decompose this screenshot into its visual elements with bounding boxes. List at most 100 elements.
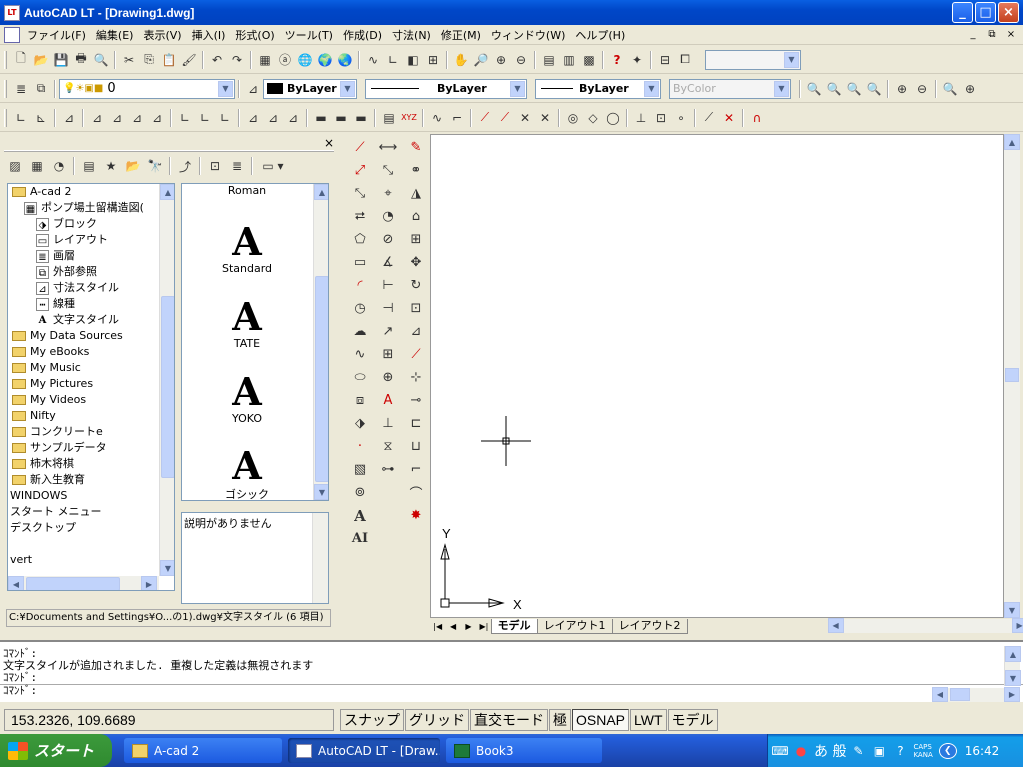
cut-icon[interactable]: ✂ xyxy=(119,50,139,70)
ime-mode[interactable]: あ 般 xyxy=(814,741,846,761)
menu-file[interactable]: ファイル(F) xyxy=(22,27,91,43)
command-vscrollbar[interactable]: ▲ ▼ xyxy=(1004,646,1021,686)
canvas-hscrollbar[interactable]: ◀ ▶ xyxy=(827,618,1023,633)
zoom-extents-icon[interactable]: ⊕ xyxy=(960,79,980,99)
snap-midpoint-icon[interactable]: ⟋ xyxy=(495,108,515,128)
dc-description-icon[interactable]: ≣ xyxy=(226,156,248,176)
tree-item[interactable]: Nifty xyxy=(10,408,160,424)
tab-model[interactable]: モデル xyxy=(490,618,538,634)
drawing-canvas[interactable]: Y X xyxy=(430,134,1004,618)
tree-vscrollbar[interactable]: ▲ ▼ xyxy=(159,184,174,576)
circle-icon[interactable]: ◷ xyxy=(350,297,370,320)
tree-scroll-left-icon[interactable]: ◀ xyxy=(8,576,24,590)
canvas-vscrollbar[interactable]: ▲ ▼ xyxy=(1004,134,1020,618)
snap-center-icon[interactable]: ◎ xyxy=(563,108,583,128)
polyline-icon[interactable]: ⤡ xyxy=(350,182,370,205)
join-icon[interactable]: ⊔ xyxy=(406,435,426,458)
hyperlink-icon[interactable]: ⓐ xyxy=(275,50,295,70)
redo-icon[interactable]: ↷ xyxy=(227,50,247,70)
dim-leader-icon[interactable]: ↗ xyxy=(378,320,398,343)
match-properties-icon[interactable]: 🖌 xyxy=(179,50,199,70)
ucs-zaxis-icon[interactable]: ⊿ xyxy=(283,108,303,128)
menu-insert[interactable]: 挿入(I) xyxy=(187,27,231,43)
dc-folders-icon[interactable]: ▨ xyxy=(4,156,26,176)
keyboard-icon[interactable]: ⌨ xyxy=(771,743,789,759)
menu-format[interactable]: 形式(O) xyxy=(230,27,279,43)
ucs-previous-icon[interactable]: ⊾ xyxy=(31,108,51,128)
hatch-icon[interactable]: ▧ xyxy=(350,458,370,481)
insert-block-icon[interactable]: ⧈ xyxy=(350,389,370,412)
region-icon[interactable]: ⊚ xyxy=(350,481,370,504)
tree-item[interactable]: A-cad 2 xyxy=(10,184,160,200)
break-icon[interactable]: ⊏ xyxy=(406,412,426,435)
style-item-roman[interactable]: Roman xyxy=(182,184,312,197)
dc-views-icon[interactable]: ▭ ▾ xyxy=(256,156,290,176)
redraw-icon[interactable]: ▬ xyxy=(331,108,351,128)
open-icon[interactable]: 📂 xyxy=(31,50,51,70)
zoom-in-icon[interactable]: ⊕ xyxy=(892,79,912,99)
text-edit-icon[interactable]: ▤ xyxy=(379,108,399,128)
ucs-apply-icon[interactable]: ⊿ xyxy=(243,108,263,128)
autocad-app-icon[interactable]: LT xyxy=(4,4,20,21)
menu-window[interactable]: ウィンドウ(W) xyxy=(486,27,570,43)
ucs-origin-icon[interactable]: ⊿ xyxy=(59,108,79,128)
document-icon[interactable] xyxy=(4,26,20,43)
style-item-tate[interactable]: A TATE xyxy=(182,297,312,351)
tree-scroll-right-icon[interactable]: ▶ xyxy=(141,576,157,590)
save-icon[interactable]: 💾 xyxy=(51,50,71,70)
adcenter-icon[interactable]: ▥ xyxy=(559,50,579,70)
dtext-icon[interactable]: AI xyxy=(350,527,370,550)
named-views-icon[interactable]: ◧ xyxy=(403,50,423,70)
etransmit-icon[interactable]: 🌏 xyxy=(335,50,355,70)
ucs-world-icon[interactable]: ∟ xyxy=(11,108,31,128)
copy-object-icon[interactable]: ⚭ xyxy=(406,159,426,182)
erase-icon[interactable]: ✎ xyxy=(406,136,426,159)
rectangle-icon[interactable]: ⬠ xyxy=(350,228,370,251)
ime-dict-icon[interactable]: ▣ xyxy=(870,743,888,759)
menu-view[interactable]: 表示(V) xyxy=(138,27,186,43)
snap-quadrant-icon[interactable]: ◇ xyxy=(583,108,603,128)
snap-tangent-icon[interactable]: ◯ xyxy=(603,108,623,128)
offset-icon[interactable]: ⌂ xyxy=(406,205,426,228)
tree-item[interactable]: スタート メニュー xyxy=(10,504,160,520)
dc-content-area[interactable]: Roman A Standard A TATE A YOKO A ゴシック ▲ … xyxy=(181,183,329,501)
zoom-scale-icon[interactable]: 🔍 xyxy=(844,79,864,99)
zoom-dynamic-icon[interactable]: 🔍 xyxy=(824,79,844,99)
dim-radius-icon[interactable]: ◔ xyxy=(378,205,398,228)
start-button[interactable]: スタート xyxy=(0,734,112,767)
dim-baseline-icon[interactable]: ⊢ xyxy=(378,274,398,297)
antivirus-icon[interactable]: ● xyxy=(792,743,810,759)
spline-icon[interactable]: ∿ xyxy=(350,343,370,366)
layer-previous-icon[interactable]: ⧉ xyxy=(31,79,51,99)
dc-tree-toggle-icon[interactable]: ▤ xyxy=(78,156,100,176)
ucs-3-icon[interactable]: ∟ xyxy=(215,108,235,128)
tree-item[interactable]: 柿木将棋 xyxy=(10,456,160,472)
lengthen-icon[interactable]: ⟋ xyxy=(406,343,426,366)
command-hscrollbar[interactable]: ◀ ▶ xyxy=(932,687,1020,702)
snap-apparent-icon[interactable]: ✕ xyxy=(535,108,555,128)
dim-angular-icon[interactable]: ∡ xyxy=(378,251,398,274)
3d-orbit-icon[interactable]: ⊞ xyxy=(423,50,443,70)
array-icon[interactable]: ⊞ xyxy=(406,228,426,251)
menu-tools[interactable]: ツール(T) xyxy=(280,27,338,43)
dim-tolerance-icon[interactable]: ⊞ xyxy=(378,343,398,366)
xyz-icon[interactable]: XYZ xyxy=(399,108,419,128)
ucs-x-icon[interactable]: ∟ xyxy=(175,108,195,128)
command-line[interactable]: ｺﾏﾝﾄﾞ: 文字スタイルが追加されました. 重複した定義は無視されます ｺﾏﾝ… xyxy=(0,640,1023,702)
style-item-standard[interactable]: A Standard xyxy=(182,222,312,276)
task-book3[interactable]: Book3 xyxy=(446,738,602,763)
snap-node-icon[interactable]: ∘ xyxy=(671,108,691,128)
ucs-view-icon[interactable]: ⊿ xyxy=(127,108,147,128)
paste-icon[interactable]: 📋 xyxy=(159,50,179,70)
zoom-window-icon[interactable]: 🔍 xyxy=(804,79,824,99)
dc-up-icon[interactable]: ⤴ xyxy=(174,156,196,176)
canvas-scroll-thumb[interactable] xyxy=(1005,368,1019,382)
tree-item[interactable]: コンクリートe xyxy=(10,424,160,440)
tree-item[interactable]: デスクトップ xyxy=(10,520,160,536)
print-preview-icon[interactable]: 🔍 xyxy=(91,50,111,70)
ucs-z-icon[interactable]: ∟ xyxy=(195,108,215,128)
dim-text-edit-icon[interactable]: ⊥ xyxy=(378,412,398,435)
osnap-toggle[interactable]: OSNAP xyxy=(572,709,630,731)
tree-item[interactable]: My Data Sources xyxy=(10,328,160,344)
dc-preview-icon[interactable]: ⊡ xyxy=(204,156,226,176)
